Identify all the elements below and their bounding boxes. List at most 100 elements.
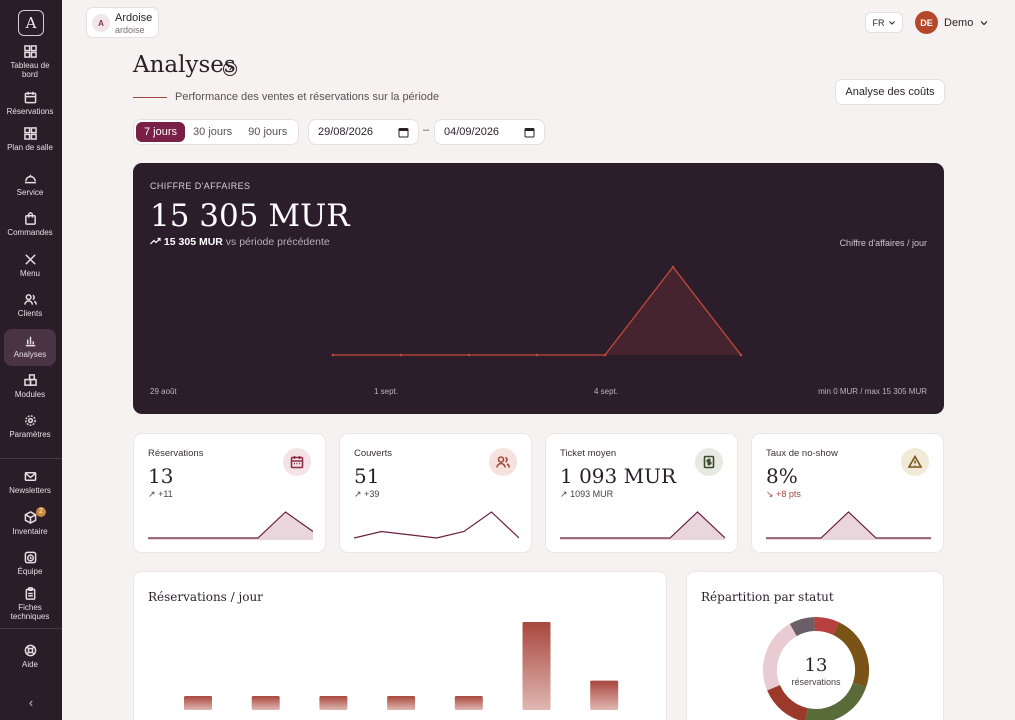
revenue-chart — [331, 265, 743, 357]
axis-label-mid2: 4 sept. — [594, 387, 619, 396]
status-breakdown-card: Répartition par statut 13 réservations — [686, 571, 944, 720]
kpi-card-no-show-rate: Taux de no-show 8% ↘ +8 pts — [751, 433, 944, 553]
period-7-days[interactable]: 7 jours — [136, 122, 186, 142]
donut-slice — [767, 684, 809, 720]
sparkline — [560, 511, 725, 540]
axis-label-mid1: 1 sept. — [374, 387, 399, 396]
revenue-area — [333, 267, 741, 355]
sidebar-item-label: Réservations — [6, 107, 54, 116]
modules-icon — [23, 374, 37, 386]
sidebar-item-help[interactable]: Aide — [4, 644, 56, 669]
kpi-delta-value: +39 — [364, 489, 380, 499]
date-separator: – — [423, 124, 430, 136]
kpi-value: 1 093 MUR — [560, 464, 677, 488]
avatar: DE — [915, 11, 938, 34]
kpi-value: 51 — [354, 464, 380, 488]
lifebuoy-icon — [24, 644, 36, 657]
sparkline-area — [560, 512, 725, 540]
bar — [319, 696, 348, 710]
title-rule — [133, 97, 167, 98]
sidebar-item-clients[interactable]: Clients — [4, 293, 56, 318]
user-menu[interactable]: DE Demo — [915, 11, 989, 34]
bar — [251, 696, 280, 710]
date-to-input[interactable]: 04/09/2026 — [434, 119, 545, 145]
bar — [184, 696, 212, 710]
language-selector[interactable]: FR — [865, 12, 903, 33]
bar — [454, 696, 483, 710]
sidebar-item-service[interactable]: Service — [4, 172, 56, 197]
date-from-input[interactable]: 29/08/2026 — [308, 119, 419, 145]
sidebar-item-floor-plan[interactable]: Plan de salle — [4, 127, 56, 152]
sparkline — [766, 511, 931, 540]
sidebar-item-orders[interactable]: Commandes — [4, 212, 56, 237]
calendar-icon — [283, 448, 311, 476]
period-selector: 7 jours 30 jours 90 jours — [133, 119, 299, 145]
revenue-point — [739, 353, 743, 357]
bar — [387, 696, 416, 710]
sidebar-item-label: Aide — [21, 660, 38, 669]
sparkline-line — [354, 511, 519, 539]
clock-icon — [24, 551, 36, 564]
period-90-days[interactable]: 90 jours — [240, 122, 295, 142]
kpi-label: Réservations — [148, 448, 204, 459]
kpi-delta-value: 1093 MUR — [570, 489, 614, 499]
cost-analysis-button[interactable]: Analyse des coûts — [835, 79, 945, 105]
kpi-delta: ↘ +8 pts — [766, 489, 801, 500]
page-title: Analyses — [133, 52, 236, 78]
user-name: Demo — [944, 16, 974, 29]
revenue-point — [535, 353, 539, 357]
kpi-label: Couverts — [354, 448, 393, 459]
trend-up-icon: ↗ — [354, 489, 362, 499]
trend-up-icon: ↗ — [148, 489, 156, 499]
sidebar-item-label: Commandes — [7, 228, 53, 237]
kpi-card-average-ticket: Ticket moyen 1 093 MUR ↗ 1093 MUR — [545, 433, 738, 553]
collapse-sidebar-button[interactable]: ‹ — [0, 695, 62, 710]
sidebar-item-label: Fiches techniques — [10, 603, 50, 621]
sidebar-item-label: Menu — [19, 269, 40, 278]
revenue-point — [671, 265, 675, 269]
sidebar-item-label: Plan de salle — [7, 143, 53, 152]
chevron-down-icon — [888, 20, 895, 25]
sparkline-area — [766, 512, 931, 540]
sidebar-item-label: Équipe — [17, 567, 43, 576]
sidebar-item-newsletters[interactable]: Newsletters — [4, 470, 56, 495]
inventory-badge: 2 — [36, 507, 46, 517]
trend-up-icon: ↗ — [560, 489, 568, 499]
kpi-delta: ↗ 1093 MUR — [560, 489, 613, 500]
sidebar-item-modules[interactable]: Modules — [4, 374, 56, 399]
page-subtitle: Performance des ventes et réservations s… — [175, 91, 440, 103]
tenant-switcher[interactable]: A Ardoise ardoise — [86, 7, 159, 38]
revenue-point — [331, 353, 335, 357]
sidebar-item-label: Tableau de bord — [10, 61, 50, 79]
tenant-name: Ardoise — [115, 12, 153, 24]
language-value: FR — [872, 17, 885, 28]
kpi-value: 13 — [148, 464, 174, 488]
app-logo[interactable]: A — [18, 10, 44, 36]
sidebar-item-reservations[interactable]: Réservations — [4, 91, 56, 116]
sidebar-item-label: Newsletters — [9, 486, 51, 495]
sidebar-item-settings[interactable]: Paramètres — [4, 414, 56, 439]
sidebar-item-recipe-sheets[interactable]: Fiches techniques — [4, 587, 56, 621]
revenue-point — [467, 353, 471, 357]
sidebar-item-analytics[interactable]: Analyses — [4, 329, 56, 366]
calendar-icon — [24, 91, 36, 104]
chevron-down-icon — [980, 20, 988, 25]
sidebar-item-inventory[interactable]: 2 Inventaire — [4, 507, 56, 536]
users-icon — [489, 448, 517, 476]
revenue-point — [399, 353, 403, 357]
donut-slice — [814, 617, 840, 636]
sparkline — [354, 511, 519, 539]
sidebar-item-dashboard[interactable]: Tableau de bord — [4, 45, 56, 79]
bar-chart-icon — [25, 336, 35, 347]
grid-icon — [23, 45, 37, 58]
calendar-icon[interactable] — [398, 127, 409, 138]
period-30-days[interactable]: 30 jours — [185, 122, 240, 142]
donut-total: 13 — [804, 655, 828, 676]
calendar-icon[interactable] — [524, 127, 535, 138]
kpi-card-reservations: Réservations 13 ↗ +11 — [133, 433, 326, 553]
sidebar-item-menu[interactable]: Menu — [4, 253, 56, 278]
sidebar-item-team[interactable]: Équipe — [4, 551, 56, 576]
sidebar: A Tableau de bord Réservations Plan de s… — [0, 0, 62, 720]
reservations-bar-chart — [184, 622, 619, 710]
help-icon[interactable]: ? — [223, 62, 237, 76]
